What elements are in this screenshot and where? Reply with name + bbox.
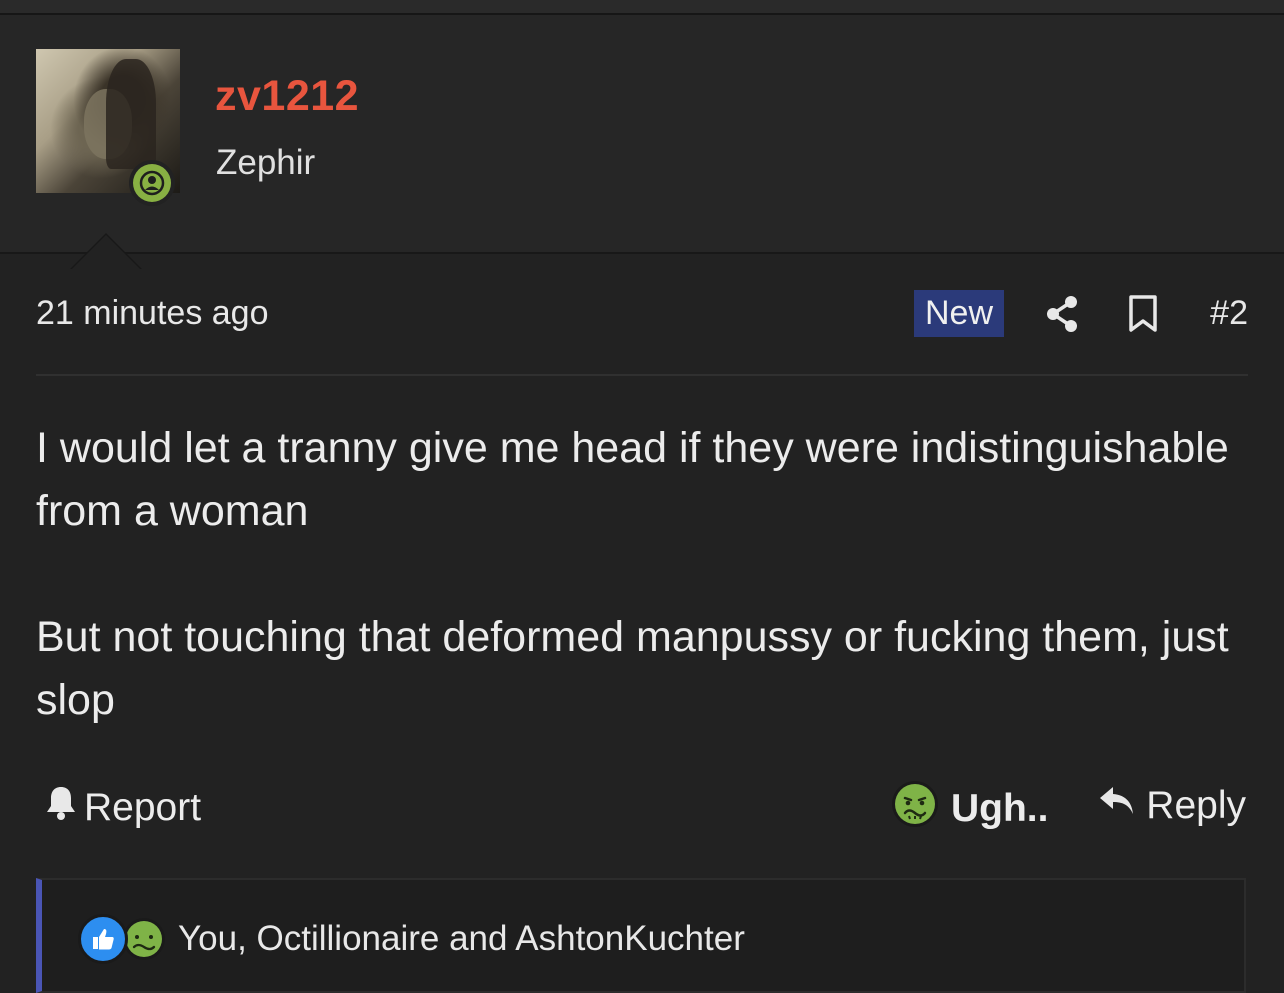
post-timestamp[interactable]: 21 minutes ago bbox=[36, 294, 269, 333]
post-actions: Report Ugh.. Reply bbox=[36, 780, 1248, 830]
post-number-link[interactable]: #2 bbox=[1210, 294, 1248, 333]
reaction-button[interactable]: Ugh.. bbox=[891, 780, 1048, 838]
reply-arrow-icon bbox=[1098, 784, 1136, 828]
sick-face-icon bbox=[122, 917, 166, 961]
reactors-list[interactable]: You, Octillionaire and AshtonKuchter bbox=[178, 919, 745, 959]
meta-divider bbox=[36, 374, 1248, 376]
new-badge: New bbox=[914, 290, 1004, 337]
report-button[interactable]: Report bbox=[44, 784, 201, 832]
sick-face-icon bbox=[891, 780, 939, 838]
user-title: Zephir bbox=[216, 143, 316, 182]
user-header: zv1212 Zephir bbox=[0, 15, 1284, 269]
report-label: Report bbox=[84, 786, 202, 829]
top-divider bbox=[0, 0, 1284, 15]
username-link[interactable]: zv1212 bbox=[215, 72, 359, 121]
post-body: I would let a tranny give me head if the… bbox=[36, 417, 1248, 732]
bell-icon bbox=[44, 784, 78, 832]
like-icon bbox=[78, 914, 128, 964]
reply-button[interactable]: Reply bbox=[1098, 784, 1246, 828]
reactions-bar[interactable]: You, Octillionaire and AshtonKuchter bbox=[36, 878, 1246, 993]
online-status-icon bbox=[129, 160, 175, 206]
reply-label: Reply bbox=[1146, 784, 1246, 827]
share-icon[interactable] bbox=[1044, 294, 1080, 334]
post-paragraph: I would let a tranny give me head if the… bbox=[36, 424, 1229, 535]
bookmark-icon[interactable] bbox=[1126, 294, 1160, 334]
post-paragraph: But not touching that deformed manpussy … bbox=[36, 613, 1229, 724]
reaction-label: Ugh.. bbox=[951, 787, 1049, 830]
post-meta: 21 minutes ago New #2 bbox=[36, 290, 1248, 340]
header-caret bbox=[72, 235, 140, 269]
